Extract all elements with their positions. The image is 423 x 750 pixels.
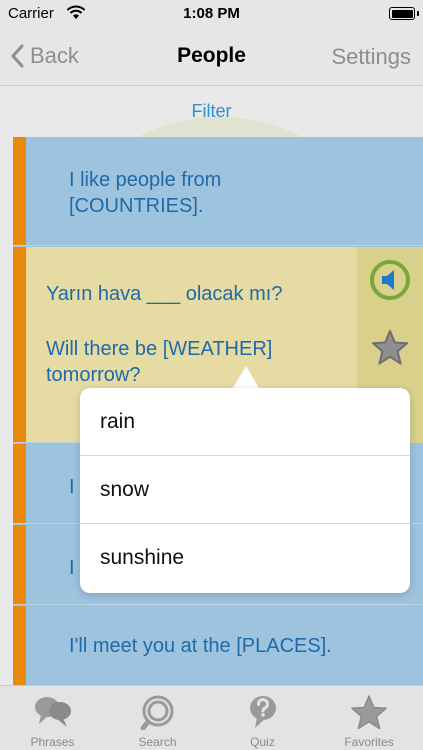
- settings-button[interactable]: Settings: [332, 44, 412, 70]
- phrase-text: I like people from [COUNTRIES].: [69, 169, 222, 217]
- list-item[interactable]: I'll meet you at the [PLACES].: [13, 606, 423, 685]
- status-time: 1:08 PM: [183, 5, 240, 22]
- tab-label: Favorites: [344, 735, 394, 749]
- phrase-text: I: [69, 557, 75, 579]
- favorite-button[interactable]: [371, 329, 409, 370]
- phrase-translation: Will there be [WEATHER] tomorrow?: [46, 338, 273, 386]
- option-snow[interactable]: snow: [80, 456, 410, 524]
- search-icon: [140, 695, 173, 731]
- tab-bar: Phrases Search Quiz Favorites: [0, 685, 423, 750]
- tab-label: Quiz: [250, 735, 275, 749]
- play-sound-button[interactable]: [370, 260, 410, 300]
- question-bubble-icon: [249, 696, 276, 728]
- option-rain[interactable]: rain: [80, 388, 410, 456]
- category-stripe: [13, 525, 26, 604]
- speaker-icon: [382, 270, 394, 290]
- phrase-text: I: [69, 476, 75, 498]
- filter-button[interactable]: Filter: [0, 101, 423, 122]
- star-icon: [372, 330, 408, 365]
- tab-label: Phrases: [30, 735, 75, 749]
- category-stripe: [13, 137, 26, 245]
- list-item[interactable]: I like people from [COUNTRIES].: [13, 137, 423, 246]
- page-title: People: [177, 44, 246, 67]
- word-choice-popover: rain snow sunshine: [80, 388, 410, 593]
- tab-search[interactable]: Search: [105, 686, 210, 750]
- category-stripe: [13, 444, 26, 523]
- phrase-native: Yarın hava ___ olacak mı?: [46, 283, 283, 305]
- speech-bubbles-icon: [34, 697, 71, 727]
- tab-phrases[interactable]: Phrases: [0, 686, 105, 750]
- category-stripe: [13, 247, 26, 442]
- battery-icon: [389, 7, 419, 20]
- tab-quiz[interactable]: Quiz: [210, 686, 315, 750]
- back-label: Back: [30, 43, 79, 68]
- star-icon: [351, 695, 387, 730]
- chevron-left-icon: [11, 44, 24, 68]
- option-sunshine[interactable]: sunshine: [80, 524, 410, 592]
- navigation-bar: Back People Settings: [0, 28, 423, 86]
- popover-arrow: [233, 366, 259, 388]
- back-button[interactable]: Back: [10, 40, 79, 72]
- phrase-text: I'll meet you at the [PLACES].: [69, 635, 332, 657]
- tab-label: Search: [138, 735, 177, 749]
- status-bar: Carrier 1:08 PM: [0, 0, 423, 28]
- tab-favorites[interactable]: Favorites: [315, 686, 423, 750]
- category-stripe: [13, 606, 26, 685]
